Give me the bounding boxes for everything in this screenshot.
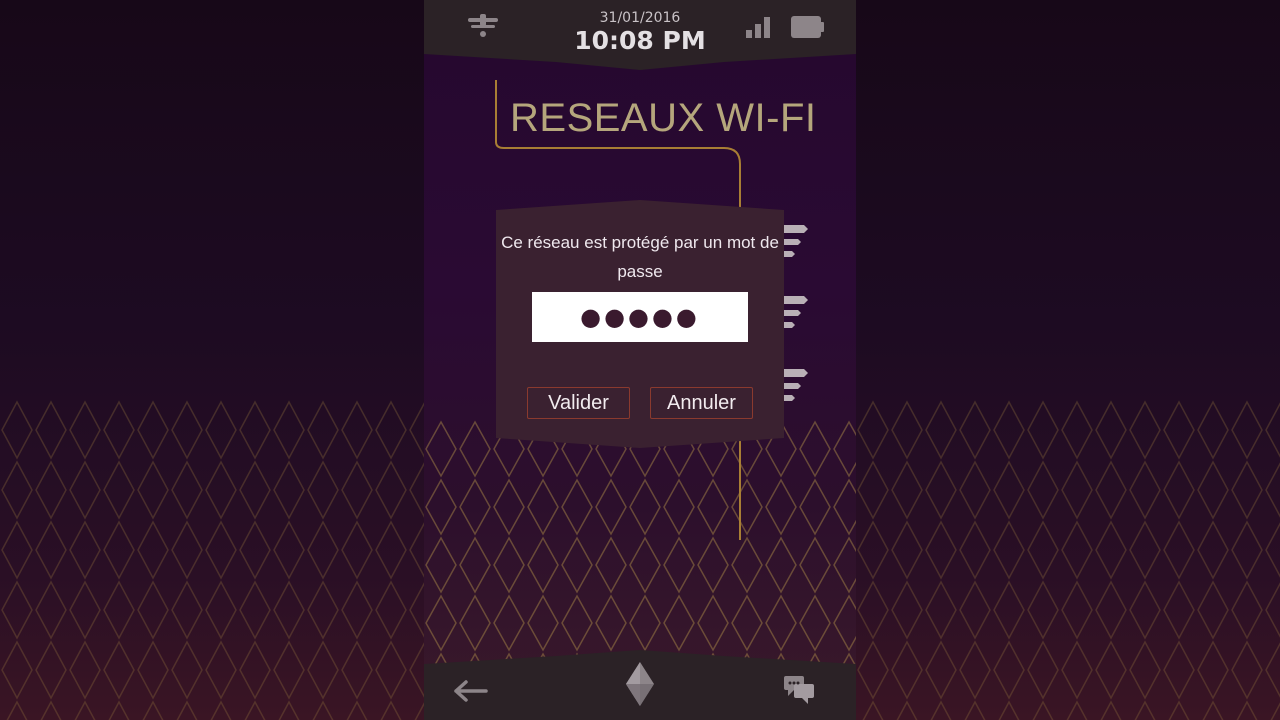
- page-title: RESEAUX WI-FI: [510, 96, 817, 140]
- diamond-pattern: [0, 400, 424, 720]
- chat-icon[interactable]: [782, 674, 818, 708]
- confirm-button[interactable]: Valider: [527, 387, 630, 419]
- home-diamond-icon[interactable]: [624, 660, 656, 708]
- background-left: [0, 0, 424, 720]
- cancel-button[interactable]: Annuler: [650, 387, 753, 419]
- phone-screen: 31/01/2016 10:08 PM RESEAUX WI-FI Ce rés…: [424, 0, 856, 720]
- password-dialog: Ce réseau est protégé par un mot de pass…: [496, 200, 784, 448]
- background-right: [856, 0, 1280, 720]
- diamond-pattern: [856, 400, 1280, 720]
- bottom-navigation: [424, 650, 856, 720]
- dialog-message: Ce réseau est protégé par un mot de pass…: [501, 233, 779, 281]
- back-arrow-icon[interactable]: [452, 678, 490, 704]
- password-input[interactable]: ●●●●●: [532, 292, 748, 342]
